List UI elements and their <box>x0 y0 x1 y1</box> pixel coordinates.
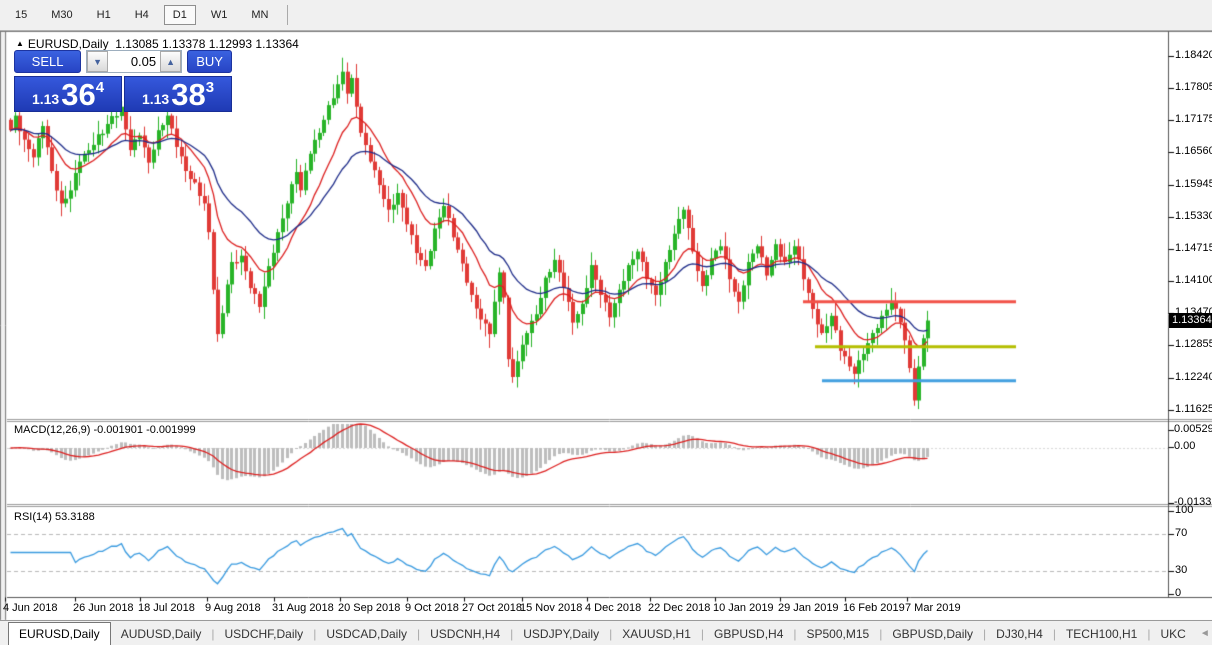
tab-scroll-left-icon[interactable]: ◄ <box>1196 626 1212 641</box>
chart-tab-usdcnh-h4[interactable]: USDCNH,H4 <box>420 623 510 645</box>
timeframe-toolbar: 15 M30 H1 H4 D1 W1 MN <box>0 0 1212 31</box>
date-axis-label: 4 Jun 2018 <box>3 602 58 614</box>
buy-price-panel[interactable]: 1.13 38 3 <box>124 76 232 112</box>
price-axis-label: 1.12240 <box>1175 370 1212 383</box>
chart-tab-eurusd-daily[interactable]: EURUSD,Daily <box>8 621 111 645</box>
macd-indicator-label: MACD(12,26,9) -0.001901 -0.001999 <box>14 424 196 436</box>
sell-button[interactable]: SELL <box>14 50 82 73</box>
chart-tab-ukc[interactable]: UKC <box>1150 623 1195 645</box>
date-axis-label: 7 Mar 2019 <box>905 602 961 614</box>
date-axis-label: 9 Oct 2018 <box>405 602 459 614</box>
timeframe-button-15[interactable]: 15 <box>6 5 36 25</box>
rsi-scale-label: 30 <box>1175 564 1188 576</box>
rsi-scale-label: 70 <box>1175 527 1188 539</box>
volume-input[interactable] <box>108 51 161 72</box>
current-price-badge: 1.13364 <box>1169 313 1212 328</box>
chart-tab-sp500-m15[interactable]: SP500,M15 <box>797 623 880 645</box>
chart-tab-tech100-h1[interactable]: TECH100,H1 <box>1056 623 1147 645</box>
chart-ohlc-values: 1.13085 1.13378 1.12993 1.13364 <box>115 37 299 51</box>
sell-price-panel[interactable]: 1.13 36 4 <box>14 76 122 112</box>
buy-price-base: 1.13 <box>141 91 170 107</box>
volume-decrease-icon[interactable]: ▼ <box>87 51 109 72</box>
toolbar-separator <box>287 5 289 25</box>
chart-tab-gbpusd-h4[interactable]: GBPUSD,H4 <box>704 623 793 645</box>
date-axis-label: 22 Dec 2018 <box>648 602 711 614</box>
chart-tab-xauusd-h1[interactable]: XAUUSD,H1 <box>612 623 701 645</box>
chart-header: ▲ EURUSD,Daily 1.13085 1.13378 1.12993 1.… <box>16 37 299 51</box>
chart-tab-usdchf-daily[interactable]: USDCHF,Daily <box>215 623 314 645</box>
chart-tab-audusd-daily[interactable]: AUDUSD,Daily <box>111 623 212 645</box>
sell-price-base: 1.13 <box>31 91 60 107</box>
timeframe-button-h1[interactable]: H1 <box>88 5 120 25</box>
date-axis-label: 26 Jun 2018 <box>73 602 134 614</box>
date-axis-label: 29 Jan 2019 <box>778 602 839 614</box>
buy-button[interactable]: BUY <box>187 50 232 73</box>
date-axis-label: 18 Jul 2018 <box>138 602 195 614</box>
chart-tab-usdjpy-daily[interactable]: USDJPY,Daily <box>513 623 609 645</box>
price-axis-label: 1.17805 <box>1175 81 1212 94</box>
tab-scroll-buttons: ◄► <box>1196 626 1212 641</box>
price-axis-label: 1.17175 <box>1175 113 1212 126</box>
chart-symbol-label: EURUSD,Daily <box>27 37 109 51</box>
date-axis-label: 15 Nov 2018 <box>520 602 583 614</box>
macd-scale-label: 0.00 <box>1174 440 1196 452</box>
date-axis-label: 4 Dec 2018 <box>585 602 642 614</box>
terminal-window: 15 M30 H1 H4 D1 W1 MN ▲ EURUSD,Daily 1.13085 1.… <box>0 0 1212 645</box>
volume-increase-icon[interactable]: ▲ <box>160 51 182 72</box>
price-axis-label: 1.18420 <box>1175 49 1212 61</box>
price-axis-label: 1.12855 <box>1175 338 1212 351</box>
price-axis-label: 1.11625 <box>1175 402 1212 415</box>
chart-tab-gbpusd-daily[interactable]: GBPUSD,Daily <box>882 623 983 645</box>
price-axis-label: 1.15330 <box>1175 209 1212 222</box>
timeframe-button-h4[interactable]: H4 <box>126 5 158 25</box>
timeframe-button-m30[interactable]: M30 <box>42 5 81 25</box>
rsi-scale-label: 100 <box>1175 504 1194 516</box>
date-axis-label: 27 Oct 2018 <box>462 602 522 614</box>
rsi-scale-label: 0 <box>1175 587 1182 599</box>
date-axis-label: 9 Aug 2018 <box>205 602 261 614</box>
buy-price-pips: 38 <box>171 76 206 112</box>
macd-scale-label: 0.005292 <box>1174 423 1212 435</box>
chart-tab-bar: EURUSD,Daily AUDUSD,Daily | USDCHF,Daily | US… <box>0 620 1212 645</box>
price-axis-label: 1.16560 <box>1175 145 1212 158</box>
sell-price-pipette: 4 <box>95 78 105 96</box>
sell-price-pips: 36 <box>61 76 96 112</box>
timeframe-button-d1[interactable]: D1 <box>163 5 196 25</box>
date-axis-label: 10 Jan 2019 <box>713 602 774 614</box>
date-axis-label: 20 Sep 2018 <box>338 602 401 614</box>
one-click-trading-widget: SELL ▼ ▲ BUY 1.13 36 4 1.13 38 3 <box>14 50 232 112</box>
buy-price-pipette: 3 <box>205 78 215 96</box>
price-axis-label: 1.15945 <box>1175 177 1212 190</box>
timeframe-button-mn[interactable]: MN <box>242 5 277 25</box>
price-axis-label: 1.14715 <box>1175 241 1212 254</box>
date-axis-label: 31 Aug 2018 <box>272 602 334 614</box>
chart-tab-usdcad-daily[interactable]: USDCAD,Daily <box>316 623 417 645</box>
timeframe-button-w1[interactable]: W1 <box>202 5 237 25</box>
one-click-collapse-icon[interactable]: ▲ <box>16 39 24 48</box>
date-axis-label: 16 Feb 2019 <box>843 602 905 614</box>
price-axis-label: 1.14100 <box>1175 274 1212 287</box>
volume-stepper: ▼ ▲ <box>86 50 183 73</box>
chart-tab-dj30-h4[interactable]: DJ30,H4 <box>986 623 1053 645</box>
rsi-indicator-label: RSI(14) 53.3188 <box>14 511 95 523</box>
